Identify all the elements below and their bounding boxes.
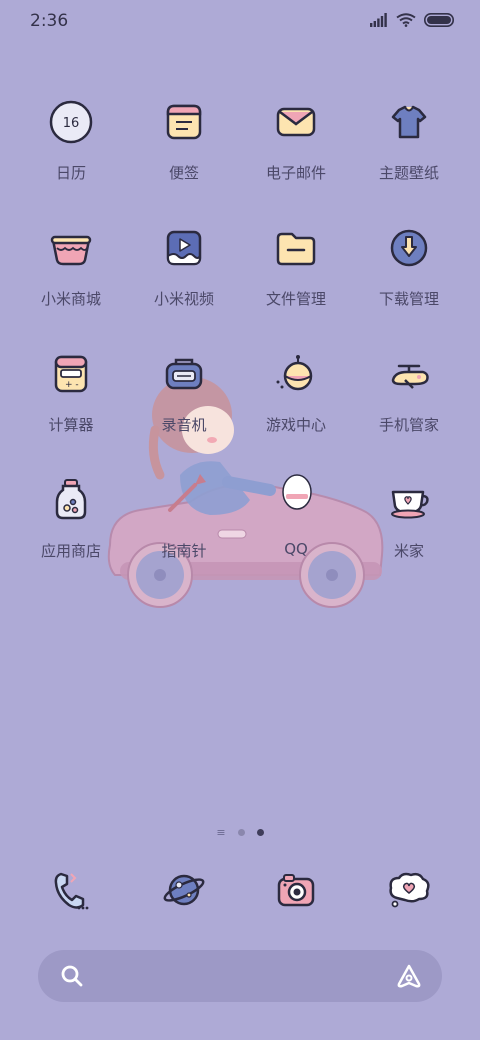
app-game-center[interactable]: 游戏中心 <box>240 350 352 435</box>
phone-icon <box>54 872 89 910</box>
svg-text:+ -: + - <box>65 380 79 390</box>
svg-text:16: 16 <box>63 116 80 131</box>
security-icon <box>391 364 429 389</box>
qq-icon <box>272 476 320 524</box>
app-compass[interactable]: 指南针 <box>128 476 240 561</box>
app-recorder[interactable]: 录音机 <box>128 350 240 435</box>
app-calendar[interactable]: 16 日历 <box>15 98 127 183</box>
compass-icon <box>160 476 208 524</box>
app-label: 小米商城 <box>40 290 101 308</box>
status-time: 2:36 <box>30 11 69 31</box>
signal-icon <box>370 13 387 27</box>
download-icon <box>390 229 428 267</box>
list-view-icon: ≡ <box>216 826 226 839</box>
app-shop[interactable]: 小米商城 <box>15 224 127 309</box>
app-app-store[interactable]: 应用商店 <box>15 476 127 561</box>
app-security[interactable]: 手机管家 <box>353 350 465 435</box>
themes-icon <box>391 105 427 139</box>
app-label: 游戏中心 <box>265 416 326 434</box>
status-bar: 2:36 <box>0 0 480 40</box>
app-label: 文件管理 <box>265 290 326 308</box>
app-themes[interactable]: 主题壁纸 <box>353 98 465 183</box>
video-icon <box>166 230 202 266</box>
app-label: 下载管理 <box>378 290 439 308</box>
app-mail[interactable]: 电子邮件 <box>240 98 352 183</box>
app-label: 日历 <box>55 164 86 182</box>
app-qq[interactable]: QQ <box>240 476 352 558</box>
page-dot-1[interactable] <box>237 829 245 836</box>
calculator-icon: + - <box>54 355 88 393</box>
wifi-icon <box>396 13 416 27</box>
recorder-icon <box>165 358 203 390</box>
browser-planet-icon <box>163 874 205 906</box>
app-label: 手机管家 <box>378 416 439 434</box>
mail-icon <box>276 107 316 137</box>
app-label: 米家 <box>393 542 424 560</box>
search-bar[interactable] <box>38 950 442 1002</box>
app-download[interactable]: 下载管理 <box>353 224 465 309</box>
page-dot-2[interactable] <box>256 829 264 836</box>
app-label: 录音机 <box>161 416 207 434</box>
app-mijia[interactable]: 米家 <box>353 476 465 561</box>
app-video[interactable]: 小米视频 <box>128 224 240 309</box>
dock-phone[interactable] <box>15 866 127 914</box>
dock-camera[interactable] <box>240 866 352 914</box>
app-label: 应用商店 <box>40 542 101 560</box>
assistant-icon[interactable] <box>396 963 422 989</box>
battery-icon <box>424 13 454 27</box>
app-label: 小米视频 <box>153 290 214 308</box>
app-label: 指南针 <box>161 542 207 560</box>
app-label: 电子邮件 <box>265 164 326 182</box>
notes-icon <box>166 104 202 140</box>
app-file-manager[interactable]: 文件管理 <box>240 224 352 309</box>
camera-icon <box>277 874 315 907</box>
app-store-icon <box>55 479 87 520</box>
messages-icon <box>389 872 430 908</box>
calendar-icon: 16 <box>49 100 93 144</box>
search-icon[interactable] <box>60 964 84 988</box>
app-calculator[interactable]: + - 计算器 <box>15 350 127 435</box>
file-manager-icon <box>276 232 316 266</box>
app-label: QQ <box>284 540 308 558</box>
app-label: 计算器 <box>48 416 94 434</box>
page-indicator[interactable]: ≡ <box>0 826 480 839</box>
shop-icon <box>50 235 92 266</box>
dock <box>0 866 480 926</box>
mijia-icon <box>391 490 429 519</box>
app-label: 便签 <box>168 164 199 182</box>
game-center-icon <box>276 355 313 391</box>
dock-messages[interactable] <box>353 866 465 914</box>
app-notes[interactable]: 便签 <box>128 98 240 183</box>
app-label: 主题壁纸 <box>378 164 439 182</box>
dock-browser[interactable] <box>128 866 240 914</box>
